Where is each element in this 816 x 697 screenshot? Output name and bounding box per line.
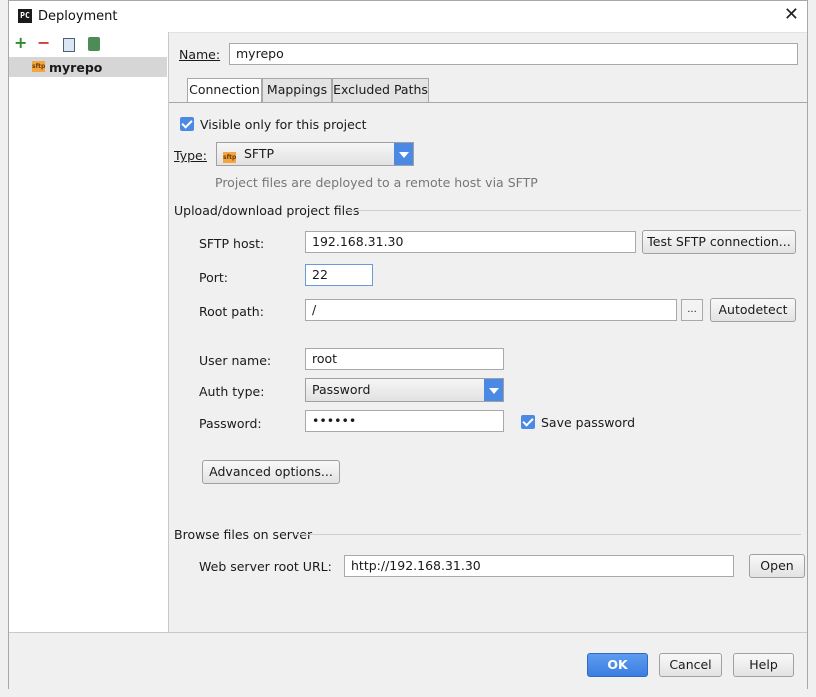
sftp-icon: sftp: [32, 61, 46, 72]
server-item-myrepo[interactable]: sftp myrepo: [9, 57, 167, 77]
tab-excluded-paths[interactable]: Excluded Paths: [332, 78, 429, 102]
ok-button[interactable]: OK: [587, 653, 648, 677]
chevron-down-icon: [484, 379, 503, 401]
test-connection-button[interactable]: Test SFTP connection...: [642, 230, 796, 254]
type-select[interactable]: sftp SFTP: [216, 142, 414, 166]
set-default-icon[interactable]: [88, 37, 100, 51]
advanced-options-button[interactable]: Advanced options...: [202, 460, 340, 484]
remove-icon[interactable]: −: [37, 35, 50, 51]
type-value: SFTP: [243, 146, 275, 161]
name-label: Name:: [179, 47, 221, 62]
copy-icon[interactable]: [60, 35, 75, 52]
sftp-icon: sftp: [223, 152, 237, 163]
browse-root-path-button[interactable]: ...: [681, 299, 703, 321]
deployment-dialog: PC Deployment ✕ + − sftp myrepo Name: my…: [8, 0, 808, 689]
server-item-label: myrepo: [49, 60, 103, 75]
upload-section-divider: [345, 210, 801, 211]
sftp-host-label: SFTP host:: [199, 236, 265, 251]
web-url-input[interactable]: http://192.168.31.30: [344, 555, 734, 577]
root-path-input[interactable]: /: [305, 299, 677, 321]
auth-type-select[interactable]: Password: [305, 378, 504, 402]
autodetect-button[interactable]: Autodetect: [710, 298, 796, 322]
cancel-button[interactable]: Cancel: [659, 653, 722, 677]
auth-type-value: Password: [312, 382, 371, 397]
type-label: Type:: [174, 148, 207, 163]
tab-divider: [169, 102, 807, 103]
server-list-panel: + − sftp myrepo: [9, 32, 169, 632]
port-input[interactable]: 22: [305, 264, 373, 286]
browse-section-divider: [296, 534, 801, 535]
password-label: Password:: [199, 416, 262, 431]
window-title: Deployment: [38, 9, 118, 24]
dialog-footer: OK Cancel Help: [9, 632, 807, 689]
title-bar: PC Deployment ✕: [9, 1, 807, 33]
name-input[interactable]: myrepo: [229, 43, 798, 65]
close-icon[interactable]: ✕: [784, 4, 799, 25]
chevron-down-icon: [394, 143, 413, 165]
server-settings: Name: myrepo Connection Mappings Exclude…: [169, 32, 807, 632]
password-input[interactable]: ••••••: [305, 410, 504, 432]
visible-only-checkbox[interactable]: [180, 117, 194, 131]
save-password-label: Save password: [541, 415, 636, 430]
type-hint: Project files are deployed to a remote h…: [215, 175, 538, 190]
upload-section-title: Upload/download project files: [174, 203, 360, 218]
tab-connection[interactable]: Connection: [187, 78, 262, 103]
browse-section-title: Browse files on server: [174, 527, 313, 542]
add-icon[interactable]: +: [14, 35, 27, 51]
tab-mappings[interactable]: Mappings: [262, 78, 332, 102]
user-name-input[interactable]: root: [305, 348, 504, 370]
pycharm-icon: PC: [18, 9, 32, 23]
auth-type-label: Auth type:: [199, 384, 265, 399]
sftp-host-input[interactable]: 192.168.31.30: [305, 231, 636, 253]
help-button[interactable]: Help: [733, 653, 794, 677]
save-password-checkbox[interactable]: [521, 415, 535, 429]
visible-only-label: Visible only for this project: [200, 117, 367, 132]
web-url-label: Web server root URL:: [199, 559, 332, 574]
port-label: Port:: [199, 270, 228, 285]
open-button[interactable]: Open: [749, 554, 805, 578]
user-name-label: User name:: [199, 353, 272, 368]
root-path-label: Root path:: [199, 304, 264, 319]
